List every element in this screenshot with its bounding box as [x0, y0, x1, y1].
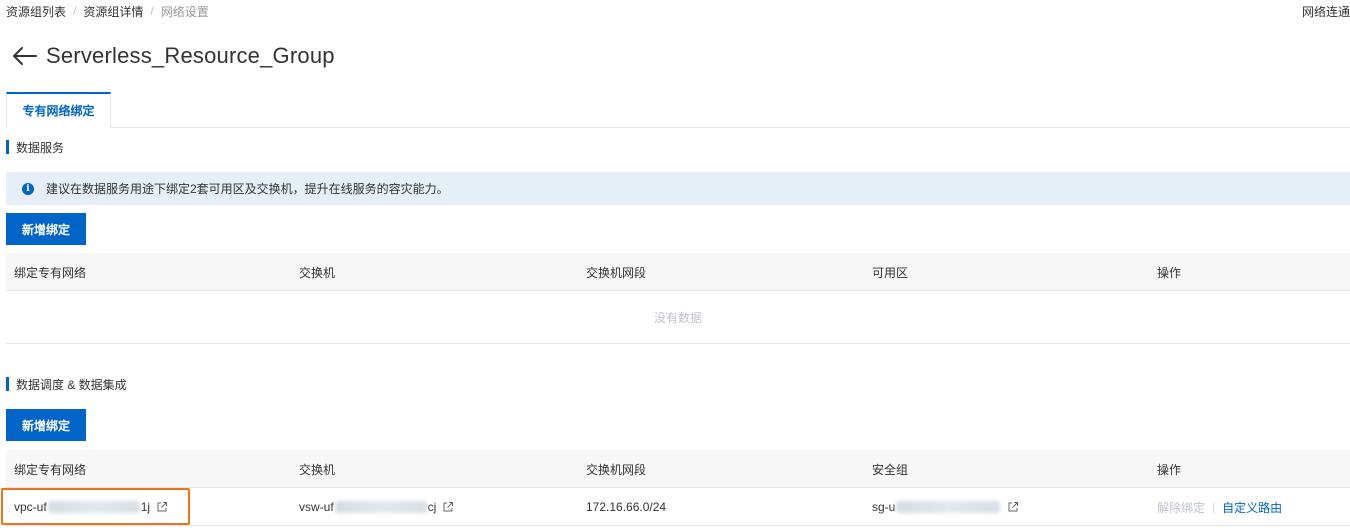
section-accent-bar: [6, 140, 9, 154]
network-connectivity-link[interactable]: 网络连通: [1302, 3, 1350, 20]
breadcrumb-resource-group-detail[interactable]: 资源组详情: [83, 3, 143, 20]
section-scheduling-title: 数据调度 & 数据集成: [6, 376, 127, 392]
section-accent-bar: [6, 377, 9, 391]
vswitch-id-prefix[interactable]: vsw-uf: [299, 500, 334, 514]
column-header-actions: 操作: [1157, 265, 1182, 280]
breadcrumb-separator: /: [150, 4, 154, 18]
column-header-vswitch: 交换机: [299, 462, 336, 477]
cell-vswitch: vsw-uf cj: [299, 488, 454, 526]
column-header-vpc: 绑定专有网络: [14, 265, 87, 280]
add-binding-button-data-service[interactable]: 新增绑定: [6, 213, 86, 245]
section-data-service-label: 数据服务: [16, 140, 65, 155]
cell-actions: 解除绑定 | 自定义路由: [1157, 488, 1282, 526]
page-title: Serverless_Resource_Group: [46, 43, 335, 68]
column-header-zone: 可用区: [872, 265, 909, 280]
table-header: 绑定专有网络 交换机 交换机网段 安全组 操作: [6, 450, 1350, 488]
column-header-cidr: 交换机网段: [586, 265, 647, 280]
external-link-icon[interactable]: [1007, 501, 1019, 513]
table-header: 绑定专有网络 交换机 交换机网段 可用区 操作: [6, 253, 1350, 291]
notice-text: 建议在数据服务用途下绑定2套可用区及交换机，提升在线服务的容灾能力。: [46, 182, 449, 196]
external-link-icon[interactable]: [442, 501, 454, 513]
section-data-service-title: 数据服务: [6, 139, 64, 155]
column-header-actions: 操作: [1157, 462, 1182, 477]
add-binding-button-scheduling[interactable]: 新增绑定: [6, 409, 86, 441]
cell-cidr: 172.16.66.0/24: [586, 500, 667, 514]
vswitch-id-suffix[interactable]: cj: [428, 500, 437, 514]
redacted-id: [334, 501, 427, 513]
page-header: Serverless_Resource_Group: [10, 40, 335, 72]
scheduling-table: 绑定专有网络 交换机 交换机网段 安全组 操作 vpc-uf 1j vsw-uf…: [6, 450, 1350, 526]
redacted-id: [896, 501, 1001, 513]
unbind-link[interactable]: 解除绑定: [1157, 499, 1205, 516]
section-scheduling-label: 数据调度 & 数据集成: [16, 377, 127, 392]
arrow-left-icon[interactable]: [10, 42, 38, 70]
info-icon: i: [22, 182, 34, 195]
tab-bar: 专有网络绑定: [6, 92, 1350, 128]
highlight-annotation-box: [1, 488, 190, 525]
breadcrumb-resource-group-list[interactable]: 资源组列表: [6, 3, 66, 20]
notice-banner: i 建议在数据服务用途下绑定2套可用区及交换机，提升在线服务的容灾能力。: [6, 172, 1350, 205]
breadcrumb-network-settings: 网络设置: [160, 4, 209, 19]
cell-security-group: sg-u: [872, 488, 1019, 526]
breadcrumb-separator: /: [73, 4, 77, 18]
column-header-vpc: 绑定专有网络: [14, 462, 87, 477]
breadcrumb: 资源组列表 / 资源组详情 / 网络设置: [6, 3, 209, 19]
empty-state: 没有数据: [6, 291, 1350, 344]
column-header-cidr: 交换机网段: [586, 462, 647, 477]
column-header-vswitch: 交换机: [299, 265, 336, 280]
data-service-table: 绑定专有网络 交换机 交换机网段 可用区 操作 没有数据: [6, 253, 1350, 344]
custom-route-link[interactable]: 自定义路由: [1222, 499, 1282, 516]
tab-vpc-binding[interactable]: 专有网络绑定: [6, 92, 111, 128]
column-header-security-group: 安全组: [872, 462, 909, 477]
security-group-id-prefix[interactable]: sg-u: [872, 500, 895, 514]
table-row: vpc-uf 1j vsw-uf cj 172.16.66.0/24 sg-u: [6, 488, 1350, 526]
action-divider: |: [1212, 500, 1216, 514]
